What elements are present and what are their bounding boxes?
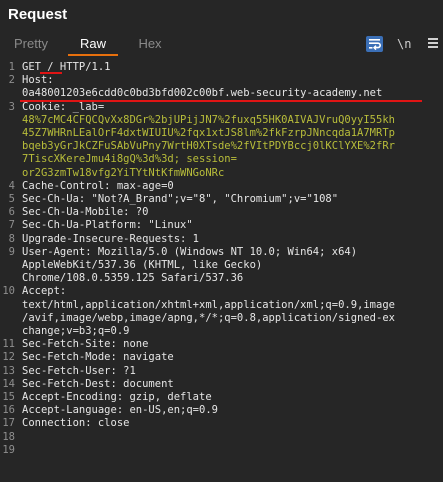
line-number: 1 (8, 61, 15, 73)
code-line: 9 User-Agent: Mozilla/5.0 (Windows NT 10.… (0, 246, 443, 259)
line-number: 11 (2, 338, 15, 351)
code-text: Upgrade-Insecure-Requests: 1 (22, 232, 200, 245)
code-line: bqeb3yGrJkCZFuSAbVuPny7WrtH0XTsde%2fVItP… (0, 140, 443, 153)
code-text: Host: (22, 74, 54, 87)
code-text: Chrome/108.0.5359.125 Safari/537.36 (22, 272, 244, 285)
code-text: Accept: (22, 285, 67, 298)
line-number: 16 (2, 404, 15, 417)
code-text: Accept-Encoding: gzip, deflate (22, 391, 212, 403)
code-text: GET / HTTP/1.1 (22, 61, 111, 73)
code-line: 16 Accept-Language: en-US,en;q=0.9 (0, 404, 443, 417)
line-number: 18 (2, 430, 15, 443)
code-line: 17 Connection: close (0, 417, 443, 430)
code-line: 45Z7WHRnLEalOrF4dxtWIUIU%2fqx1xtJS8lm%2f… (0, 127, 443, 140)
panel-title: Request (8, 6, 68, 23)
raw-request-editor[interactable]: 1 GET / HTTP/1.1 2 Host: 0a48001203e6cdd0c0b… (0, 57, 443, 482)
code-text: or2G3zmTw18vfg2YiTYtNtKfmWNGoNRc (22, 166, 225, 179)
code-line: 6 Sec-Ch-Ua-Mobile: ?0 (0, 206, 443, 219)
code-line: 2 Host: (0, 74, 443, 87)
code-text: bqeb3yGrJkCZFuSAbVuPny7WrtH0XTsde%2fVItP… (22, 140, 395, 153)
code-line: 48%7cMC4CFQCQvXx8DGr%2bjUPijJN7%2fuxq55H… (0, 114, 443, 127)
code-line: 3 Cookie: _lab= (0, 101, 443, 114)
line-number: 4 (8, 179, 15, 192)
code-text: Cache-Control: max-age=0 (22, 179, 174, 192)
line-number: 9 (8, 245, 15, 258)
code-line: 7TiscXKereJmu4i8gQ%3d%3d; session= (0, 153, 443, 166)
red-annotation-underline (20, 100, 422, 102)
code-text: Sec-Ch-Ua-Mobile: ?0 (22, 206, 149, 219)
line-number: 10 (2, 285, 15, 298)
code-line: 13 Sec-Fetch-User: ?1 (0, 365, 443, 378)
line-number: 5 (8, 193, 15, 205)
line-number: 13 (2, 364, 15, 377)
line-number: 3 (8, 100, 15, 113)
code-line: change;v=b3;q=0.9 (0, 325, 443, 338)
code-line: /avif,image/webp,image/apng,*/*;q=0.8,ap… (0, 312, 443, 325)
code-line: 4 Cache-Control: max-age=0 (0, 180, 443, 193)
code-line: 15 Accept-Encoding: gzip, deflate (0, 391, 443, 404)
code-text: AppleWebKit/537.36 (KHTML, like Gecko) (22, 259, 263, 271)
code-text: Connection: close (22, 417, 130, 430)
code-line: 1 GET / HTTP/1.1 (0, 61, 443, 74)
code-text: /avif,image/webp,image/apng,*/*;q=0.8,ap… (22, 311, 395, 324)
line-number: 7 (8, 219, 15, 232)
code-text: Sec-Fetch-Dest: document (22, 377, 174, 390)
code-text: Cookie: _lab= (22, 100, 105, 113)
show-newlines-button[interactable]: \n (397, 36, 413, 52)
request-panel: Request Pretty Raw Hex \n 1 GET / HTTP/1.… (0, 0, 443, 482)
line-number: 12 (2, 351, 15, 364)
code-line: text/html,application/xhtml+xml,applicat… (0, 299, 443, 312)
code-line: 18 (0, 431, 443, 444)
tab-hex[interactable]: Hex (130, 36, 170, 56)
code-line: 5 Sec-Ch-Ua: "Not?A_Brand";v="8", "Chromi… (0, 193, 443, 206)
hamburger-menu-icon[interactable] (428, 36, 438, 52)
code-line: or2G3zmTw18vfg2YiTYtNtKfmWNGoNRc (0, 167, 443, 180)
red-annotation-mark (40, 72, 62, 74)
code-text: 48%7cMC4CFQCQvXx8DGr%2bjUPijJN7%2fuxq55H… (22, 113, 395, 126)
code-line: 0a48001203e6cdd0c0bd3bfd002c00bf.web-sec… (0, 87, 443, 100)
line-number: 6 (8, 206, 15, 219)
code-line: Chrome/108.0.5359.125 Safari/537.36 (0, 272, 443, 285)
code-text: Sec-Ch-Ua-Platform: "Linux" (22, 219, 193, 232)
code-line: 7 Sec-Ch-Ua-Platform: "Linux" (0, 219, 443, 232)
code-line: 12 Sec-Fetch-Mode: navigate (0, 351, 443, 364)
code-text: Accept-Language: en-US,en;q=0.9 (22, 404, 218, 417)
line-number: 8 (8, 232, 15, 245)
line-number: 2 (8, 74, 15, 87)
code-text: text/html,application/xhtml+xml,applicat… (22, 298, 395, 311)
word-wrap-button[interactable] (366, 36, 383, 52)
line-number: 19 (2, 443, 15, 456)
code-line: 8 Upgrade-Insecure-Requests: 1 (0, 233, 443, 246)
code-text: 0a48001203e6cdd0c0bd3bfd002c00bf.web-sec… (22, 87, 383, 100)
tab-raw[interactable]: Raw (68, 36, 118, 56)
code-line: AppleWebKit/537.36 (KHTML, like Gecko) (0, 259, 443, 272)
code-line: 11 Sec-Fetch-Site: none (0, 338, 443, 351)
code-line: 10 Accept: (0, 285, 443, 298)
tab-pretty[interactable]: Pretty (8, 36, 54, 56)
code-text: User-Agent: Mozilla/5.0 (Windows NT 10.0… (22, 245, 358, 258)
code-text: change;v=b3;q=0.9 (22, 325, 130, 337)
code-text: Sec-Ch-Ua: "Not?A_Brand";v="8", "Chromiu… (22, 193, 339, 205)
line-number: 14 (2, 377, 15, 390)
code-line: 14 Sec-Fetch-Dest: document (0, 378, 443, 391)
word-wrap-icon (369, 39, 381, 51)
code-text: 45Z7WHRnLEalOrF4dxtWIUIU%2fqx1xtJS8lm%2f… (22, 127, 395, 139)
code-text: Sec-Fetch-Mode: navigate (22, 351, 174, 364)
code-text: 7TiscXKereJmu4i8gQ%3d%3d; session= (22, 153, 237, 166)
code-text: Sec-Fetch-User: ?1 (22, 364, 136, 377)
code-text: Sec-Fetch-Site: none (22, 338, 149, 351)
line-number: 15 (2, 391, 15, 403)
code-line: 19 (0, 444, 443, 457)
line-number: 17 (2, 417, 15, 430)
